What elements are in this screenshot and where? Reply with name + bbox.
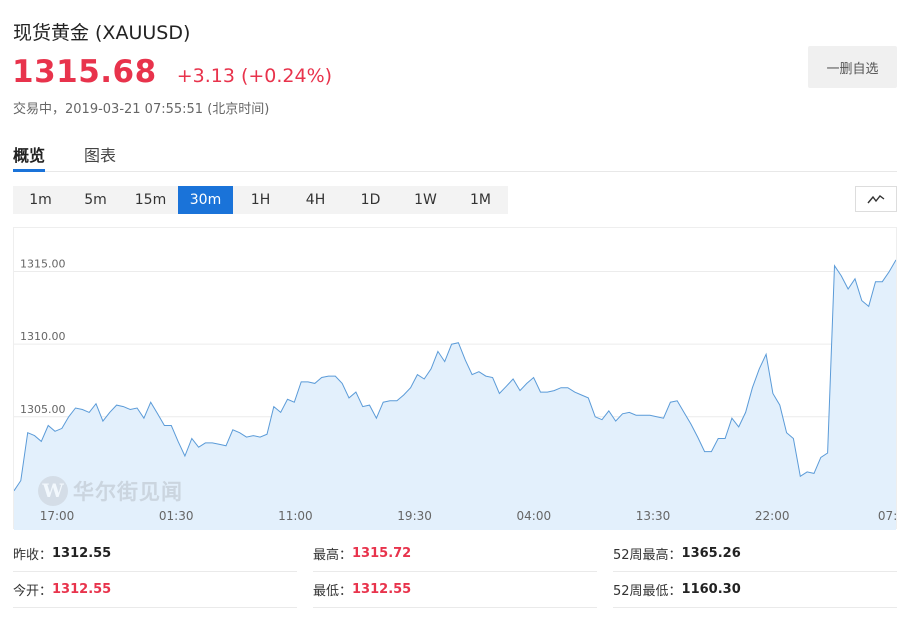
- x-tick-label: 04:00: [517, 509, 552, 523]
- stat-value: 1312.55: [52, 582, 112, 597]
- x-tick-label: 13:30: [636, 509, 671, 523]
- active-tab-indicator: [13, 169, 45, 172]
- instrument-name: 现货黄金: [13, 22, 90, 44]
- stat-open: 今开： 1312.55: [13, 572, 297, 608]
- price-chart[interactable]: 1300.001305.001310.001315.0017:0001:3011…: [13, 227, 897, 530]
- stat-label: 52周最低：: [613, 584, 682, 599]
- period-selector: 1m 5m 15m 30m 1H 4H 1D 1W 1M: [13, 186, 508, 214]
- period-4h[interactable]: 4H: [288, 186, 343, 214]
- tab-chart[interactable]: 图表: [84, 142, 116, 166]
- stat-label: 最低：: [313, 584, 353, 599]
- stat-label: 今开：: [13, 584, 53, 599]
- y-tick-label: 1305.00: [20, 403, 66, 416]
- trading-status: 交易中，2019-03-21 07:55:51 (北京时间): [13, 102, 270, 117]
- price-chart-svg: 1300.001305.001310.001315.0017:0001:3011…: [14, 258, 896, 530]
- stat-52w-high: 52周最高： 1365.26: [613, 536, 897, 572]
- x-tick-label: 19:30: [397, 509, 432, 523]
- line-chart-icon: [867, 195, 885, 204]
- stat-label: 52周最高：: [613, 548, 682, 563]
- period-15m[interactable]: 15m: [123, 186, 178, 214]
- instrument-symbol: (XAUUSD): [95, 22, 191, 44]
- stat-value: 1365.26: [681, 546, 741, 561]
- y-tick-label: 1315.00: [20, 258, 66, 271]
- period-1mo[interactable]: 1M: [453, 186, 508, 214]
- instrument-title: 现货黄金 (XAUUSD): [13, 18, 190, 45]
- x-tick-label: 22:00: [755, 509, 790, 523]
- stat-52w-low: 52周最低： 1160.30: [613, 572, 897, 608]
- period-1h[interactable]: 1H: [233, 186, 288, 214]
- price-change: +3.13 (+0.24%): [176, 65, 333, 87]
- price-area-fill: [14, 259, 896, 530]
- x-tick-label: 01:30: [159, 509, 194, 523]
- chart-type-button[interactable]: [855, 186, 897, 212]
- tab-overview[interactable]: 概览: [13, 142, 45, 166]
- x-tick-label: 17:00: [40, 509, 75, 523]
- period-1m[interactable]: 1m: [13, 186, 68, 214]
- x-tick-label: 11:00: [278, 509, 313, 523]
- period-1d[interactable]: 1D: [343, 186, 398, 214]
- stat-value: 1312.55: [352, 582, 412, 597]
- stat-low: 最低： 1312.55: [313, 572, 597, 608]
- stat-value: 1160.30: [681, 582, 741, 597]
- remove-watchlist-button[interactable]: 一删自选: [808, 46, 897, 88]
- x-tick-label: 07:3: [878, 509, 896, 523]
- stat-high: 最高： 1315.72: [313, 536, 597, 572]
- stat-value: 1312.55: [52, 546, 112, 561]
- stat-label: 昨收：: [13, 548, 53, 563]
- period-30m[interactable]: 30m: [178, 186, 233, 214]
- current-price: 1315.68: [12, 54, 157, 90]
- stat-label: 最高：: [313, 548, 353, 563]
- stat-value: 1315.72: [352, 546, 412, 561]
- y-tick-label: 1310.00: [20, 330, 66, 343]
- price-row: 1315.68 +3.13 (+0.24%): [12, 54, 332, 90]
- view-tabs: 概览 图表: [13, 140, 897, 172]
- period-1w[interactable]: 1W: [398, 186, 453, 214]
- stat-prev-close: 昨收： 1312.55: [13, 536, 297, 572]
- period-5m[interactable]: 5m: [68, 186, 123, 214]
